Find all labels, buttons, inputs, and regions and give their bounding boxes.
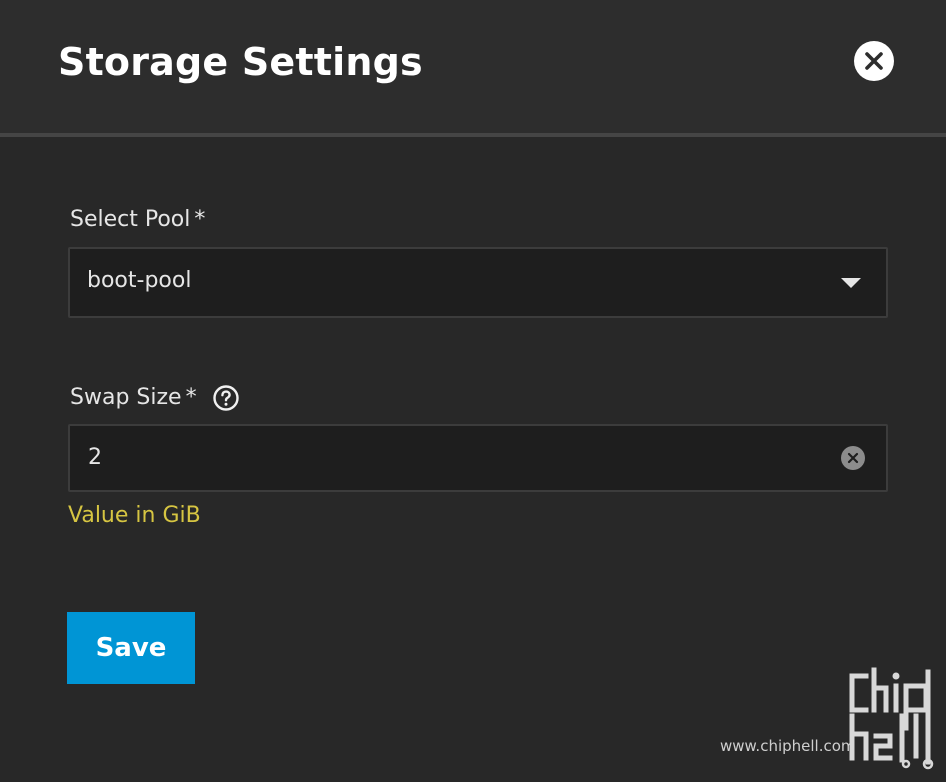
close-icon	[865, 52, 883, 70]
storage-settings-dialog: Storage Settings Select Pool * boot-pool …	[0, 0, 946, 782]
pool-select-value: boot-pool	[87, 268, 192, 293]
clear-icon	[847, 452, 859, 464]
dialog-title: Storage Settings	[58, 40, 423, 84]
swap-size-hint: Value in GiB	[68, 503, 201, 528]
swap-size-field	[68, 424, 888, 492]
watermark-url: www.chiphell.com	[720, 737, 856, 755]
pool-select[interactable]: boot-pool	[68, 247, 888, 318]
clear-input-button[interactable]	[841, 446, 865, 470]
dialog-header: Storage Settings	[0, 0, 946, 133]
required-marker: *	[194, 207, 206, 232]
select-pool-label: Select Pool *	[70, 206, 205, 234]
select-pool-label-text: Select Pool	[70, 207, 191, 232]
swap-size-label: Swap Size *	[70, 384, 197, 412]
swap-size-input[interactable]	[88, 440, 828, 474]
save-button[interactable]: Save	[67, 612, 195, 684]
chiphell-logo	[849, 667, 934, 770]
dropdown-arrow-icon	[841, 278, 861, 288]
header-divider	[0, 133, 946, 137]
close-button[interactable]	[854, 41, 894, 81]
required-marker: *	[185, 385, 197, 410]
swap-size-label-text: Swap Size	[70, 385, 182, 410]
help-circle-icon[interactable]	[212, 384, 240, 412]
